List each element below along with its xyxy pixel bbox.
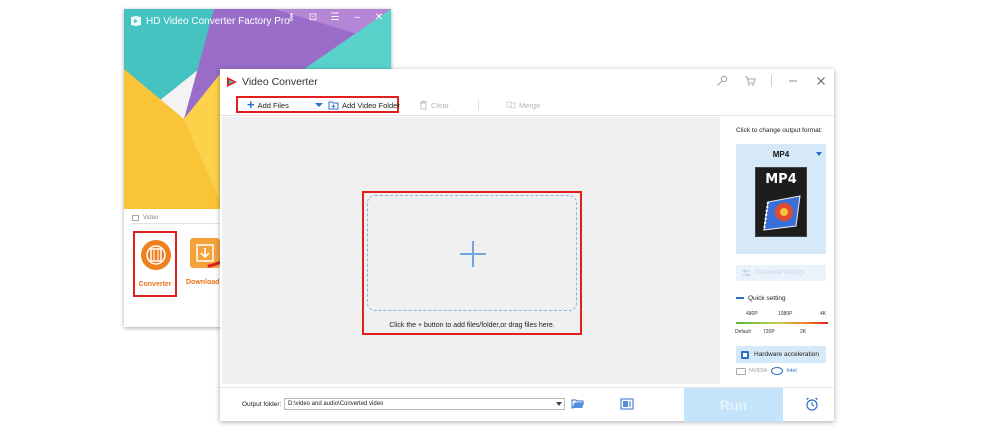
back-window-controls: ⚷ ⊡ ☰ – ✕: [285, 12, 385, 23]
quick-setting-icon: [736, 294, 744, 302]
settings-icon[interactable]: ☰: [329, 12, 341, 23]
key-icon[interactable]: [715, 74, 729, 88]
toolbar-divider: [478, 100, 479, 110]
add-files-label: Add Files: [257, 100, 289, 110]
hardware-acceleration-toggle[interactable]: Hardware acceleration: [736, 346, 826, 363]
folder-open-icon[interactable]: [571, 398, 585, 410]
clear-label: Clear: [431, 100, 449, 110]
close-icon[interactable]: ✕: [373, 12, 385, 23]
quality-slider[interactable]: [736, 322, 828, 324]
screen: HD Video Converter Factory Pro ⚷ ⊡ ☰ – ✕…: [0, 0, 1000, 430]
sliders-icon: [742, 269, 751, 277]
chevron-down-icon: [816, 152, 822, 156]
nvidia-icon: [736, 367, 746, 375]
cart-icon[interactable]: [743, 74, 757, 88]
checkbox-icon: [741, 350, 749, 359]
alarm-clock-icon[interactable]: [804, 396, 820, 412]
trash-icon: [420, 100, 427, 110]
title-divider: [771, 75, 772, 87]
preview-icon[interactable]: [620, 398, 634, 410]
video-section-header: Video: [132, 215, 158, 221]
key-icon[interactable]: ⚷: [285, 12, 297, 23]
folder-add-icon: [328, 101, 339, 110]
output-format-label: Click to change output format:: [736, 127, 823, 134]
file-list-area[interactable]: Click the + button to add files/folder,o…: [222, 117, 720, 384]
back-window-title: HD Video Converter Factory Pro: [146, 15, 290, 27]
resolution-1080p: 1080P: [778, 311, 793, 317]
video-section-icon: [132, 215, 139, 221]
resolution-labels-top: 480P 1080P 4K: [736, 311, 828, 319]
quick-setting-header: Quick setting: [736, 294, 786, 302]
converter-tile-label: Converter: [138, 281, 172, 288]
intel-label: Intel: [786, 368, 797, 374]
film-reel-icon: [141, 240, 171, 270]
app-logo-icon: [227, 77, 237, 87]
output-folder-label: Output folder:: [242, 401, 282, 408]
format-thumb-text: MP4: [765, 172, 797, 187]
nvidia-option[interactable]: NVIDIA: [736, 367, 768, 375]
cart-icon[interactable]: ⊡: [307, 12, 319, 23]
close-icon[interactable]: [814, 74, 828, 88]
clear-button[interactable]: Clear: [419, 98, 449, 112]
add-files-button[interactable]: + Add Files: [247, 98, 289, 112]
film-strip-icon: [763, 195, 801, 231]
toolbar: + Add Files Add Video Folder Clear Merge: [220, 95, 834, 116]
minimize-icon[interactable]: –: [351, 12, 363, 23]
drop-hint-text: Click the + button to add files/folder,o…: [389, 322, 555, 329]
parameter-settings-label: Parameter settings: [755, 270, 806, 276]
add-video-folder-label: Add Video Folder: [342, 100, 400, 110]
window-title: Video Converter: [242, 76, 318, 88]
mp4-format-thumbnail: MP4: [755, 167, 807, 237]
resolution-default: Default: [735, 329, 751, 335]
window-controls: [715, 74, 828, 88]
merge-label: Merge: [519, 100, 541, 110]
nvidia-label: NVIDIA: [749, 368, 768, 374]
resolution-480p: 480P: [746, 311, 758, 317]
bottom-bar: Output folder: D:\video and audio\Conver…: [220, 387, 834, 422]
gpu-options: NVIDIA Intel: [736, 367, 797, 375]
video-converter-window: Video Converter + Add Files Add Video Fo…: [220, 69, 834, 422]
output-format-selector[interactable]: MP4 MP4: [736, 144, 826, 254]
resolution-2k: 2K: [800, 329, 807, 335]
run-button[interactable]: Run: [684, 388, 783, 422]
resolution-labels-bottom: Default 720P 2K: [735, 329, 828, 337]
intel-icon: [771, 367, 784, 375]
converter-tile[interactable]: Converter: [133, 231, 177, 297]
quick-setting-label: Quick setting: [748, 294, 786, 302]
merge-button[interactable]: Merge: [506, 98, 540, 112]
plus-icon: +: [247, 97, 255, 112]
add-plus-icon-vertical: [472, 241, 474, 267]
back-window-title-bar: HD Video Converter Factory Pro: [130, 13, 290, 29]
merge-icon: [506, 101, 516, 109]
intel-option[interactable]: Intel: [771, 367, 797, 375]
output-folder-field[interactable]: D:\video and audio\Converted video: [284, 398, 565, 410]
parameter-settings-button[interactable]: Parameter settings: [736, 265, 826, 281]
chevron-down-icon[interactable]: [556, 402, 562, 406]
format-name: MP4: [772, 150, 790, 159]
drop-area-highlight: Click the + button to add files/folder,o…: [362, 191, 582, 335]
title-bar: Video Converter: [220, 69, 834, 95]
chevron-down-icon: [315, 103, 323, 107]
add-video-folder-button[interactable]: Add Video Folder: [328, 98, 400, 112]
output-panel: Click to change output format: MP4 MP4 P…: [724, 117, 832, 384]
video-section-label: Video: [143, 215, 159, 221]
drop-zone[interactable]: [367, 195, 577, 311]
resolution-720p: 720P: [763, 329, 775, 335]
resolution-4k: 4K: [820, 311, 827, 317]
app-logo-icon: [131, 16, 141, 26]
minimize-icon[interactable]: [786, 74, 800, 88]
add-files-dropdown[interactable]: [315, 98, 323, 112]
hardware-acceleration-label: Hardware acceleration: [754, 351, 820, 358]
